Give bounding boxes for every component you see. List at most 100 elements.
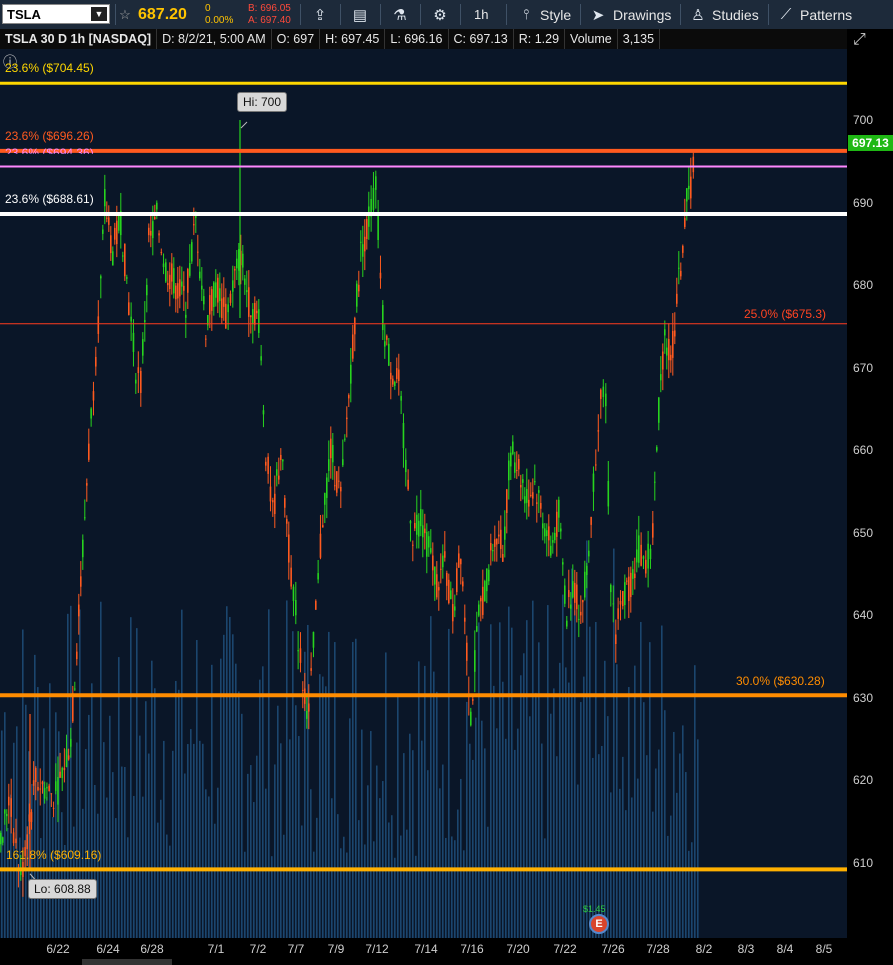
timeframe-button[interactable]: 1h (474, 0, 488, 29)
volume-bar (358, 820, 360, 938)
autoscale-icon[interactable]: ⤢ (853, 31, 866, 49)
volume-bar (163, 740, 165, 938)
style-menu[interactable]: Style (540, 0, 571, 29)
candle-body (532, 492, 534, 499)
candle-body (185, 314, 187, 318)
candle-body (504, 526, 506, 540)
last-price: 687.20 (138, 5, 187, 23)
candle-body (670, 354, 672, 361)
candle-body (660, 374, 662, 381)
candle-body (552, 540, 554, 543)
candle-body (269, 486, 272, 502)
candle-body (568, 590, 570, 598)
candle-body (297, 650, 299, 652)
volume-bar (229, 617, 231, 938)
candle-body (672, 330, 674, 358)
volume-value: 3,135 (618, 29, 661, 49)
bar-open: O: 697 (272, 29, 321, 49)
volume-bar (607, 716, 609, 938)
candle-body (250, 315, 252, 318)
time-axis[interactable] (0, 938, 893, 965)
volume-bar (466, 701, 468, 938)
flask-icon[interactable]: ⚗ (386, 4, 414, 25)
volume-bar (280, 743, 282, 938)
news-icon[interactable]: ▤ (346, 4, 374, 25)
studies-menu[interactable]: Studies (712, 0, 759, 29)
candle-body (524, 496, 526, 504)
candle-body (4, 809, 6, 814)
scrollbar[interactable] (82, 959, 172, 965)
candle-body (412, 544, 414, 546)
candle-body (193, 224, 195, 226)
cursor-icon: ➤ (591, 6, 605, 24)
candle-body (438, 587, 440, 591)
star-icon[interactable]: ☆ (116, 4, 134, 25)
candle-body (538, 490, 540, 493)
gear-icon[interactable]: ⚙ (426, 4, 454, 25)
drawings-menu[interactable]: Drawings (613, 0, 671, 29)
bar-range: R: 1.29 (514, 29, 566, 49)
candle-body (456, 568, 458, 593)
price-axis[interactable]: ⤢ (847, 29, 893, 938)
volume-bar (226, 606, 228, 938)
volume-bar (82, 808, 84, 938)
volume-bar (433, 671, 435, 938)
volume-bar (7, 827, 9, 938)
candle-body (181, 281, 183, 287)
candle-body (2, 837, 4, 843)
candle-body (434, 566, 436, 585)
candle-body (426, 531, 428, 557)
candle-body (464, 617, 466, 622)
candle-body (375, 176, 377, 190)
candle-body (112, 251, 114, 266)
volume-bar (493, 685, 495, 938)
patterns-menu[interactable]: Patterns (800, 0, 852, 29)
volume-bar (175, 680, 177, 938)
volume-bar (424, 665, 426, 938)
candle-body (692, 156, 695, 173)
x-tick-label: 7/14 (414, 942, 438, 956)
candle-body (48, 785, 50, 792)
candle-body (280, 454, 282, 461)
candle-body (274, 493, 276, 515)
candle-body (498, 534, 500, 537)
candle-body (78, 604, 80, 617)
candle-body (106, 217, 108, 219)
candle-body (209, 295, 211, 315)
volume-bar (97, 813, 99, 938)
volume-bar (586, 540, 588, 938)
candle-body (308, 703, 310, 712)
price-chart-area[interactable] (0, 49, 847, 938)
candle-body (354, 318, 356, 335)
candle-body (8, 796, 10, 806)
candle-body (628, 576, 630, 602)
earnings-icon[interactable]: E (589, 914, 609, 934)
candle-body (580, 611, 582, 616)
candle-body (626, 580, 628, 582)
candle-body (118, 215, 120, 231)
volume-bar (397, 695, 399, 938)
candle-body (104, 189, 106, 207)
volume-bar (649, 642, 651, 938)
candle-body (110, 235, 112, 254)
candle-body (350, 364, 352, 384)
divider (506, 4, 507, 25)
bar-high: H: 697.45 (320, 29, 386, 49)
candle-body (420, 509, 422, 527)
candle-body (486, 568, 488, 592)
volume-bar (310, 789, 312, 938)
volume-bar (172, 750, 174, 938)
candle-body (605, 393, 607, 407)
candle-body (130, 316, 132, 322)
share-icon[interactable]: ⇪ (306, 4, 334, 25)
x-tick-label: 8/5 (815, 942, 833, 956)
candle-body (191, 242, 193, 262)
candle-body (90, 408, 92, 419)
candle-body (649, 548, 652, 560)
candle-body (286, 519, 288, 524)
x-tick-label: 7/22 (553, 942, 577, 956)
volume-bar (640, 622, 642, 938)
symbol-input[interactable]: TSLA ▼ (2, 4, 110, 24)
symbol-dropdown-icon[interactable]: ▼ (91, 7, 107, 21)
style-icon: ⫯ (522, 6, 530, 22)
